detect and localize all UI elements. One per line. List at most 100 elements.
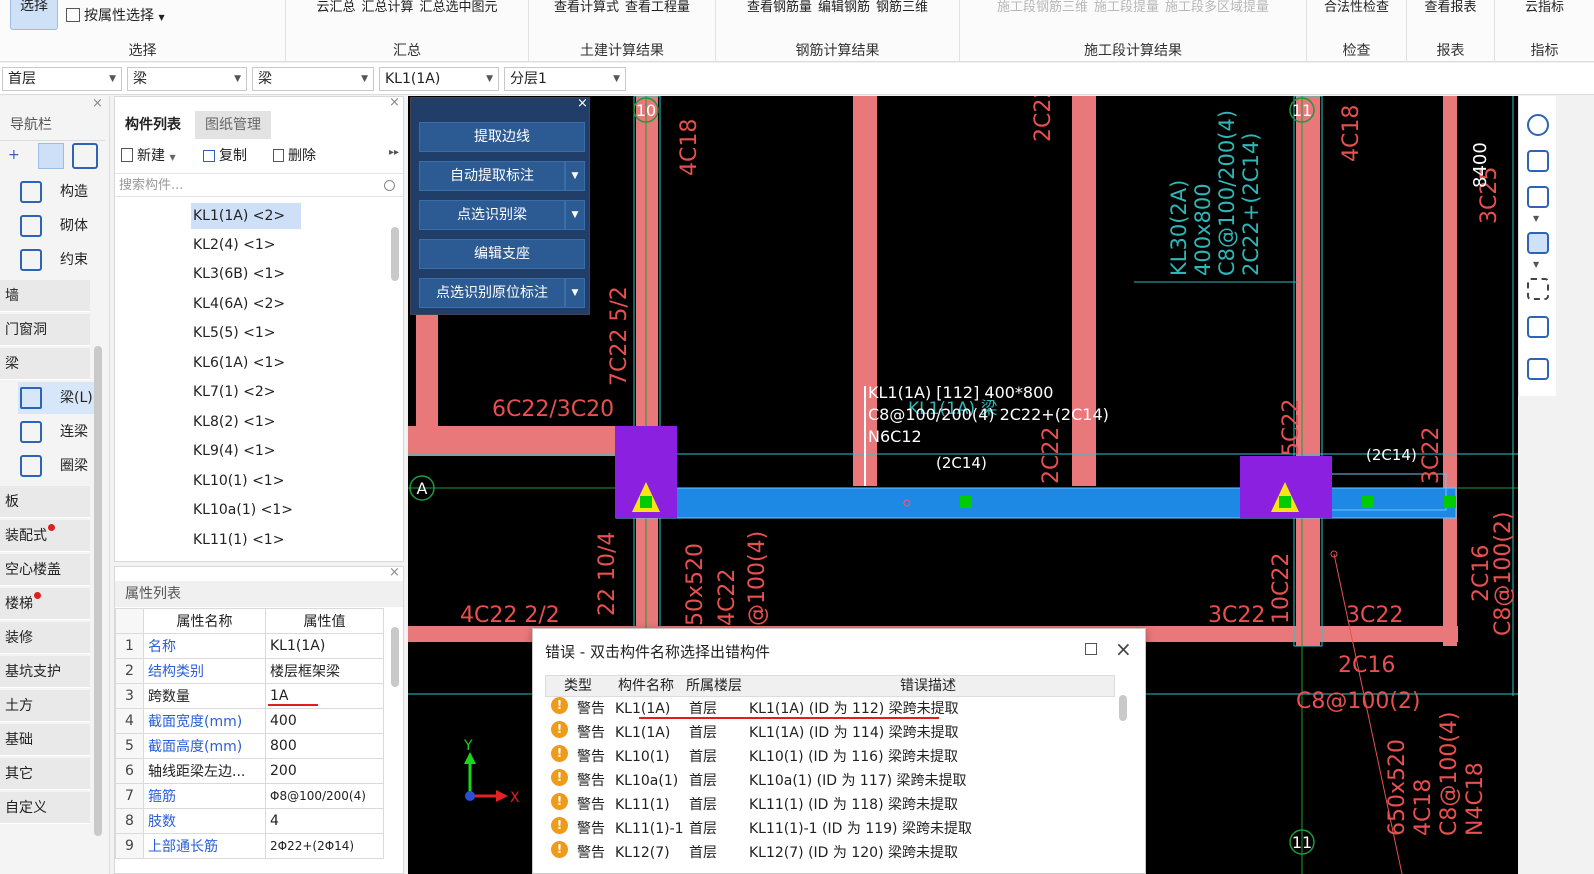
list-settings-icon[interactable]	[1527, 358, 1549, 380]
list-item[interactable]: KL11(1) <1>	[191, 527, 301, 553]
view-quantity-button[interactable]: 查看工程量	[625, 0, 690, 16]
close-icon[interactable]: ×	[1115, 637, 1132, 661]
prop-value[interactable]: 1A	[265, 683, 384, 709]
category-select[interactable]: 梁 ▼	[127, 67, 247, 91]
list-view-icon[interactable]	[38, 143, 64, 169]
grip-point[interactable]	[1444, 496, 1456, 508]
tab-drawing-manage[interactable]: 图纸管理	[195, 111, 271, 139]
view-rebar-button[interactable]: 查看钢筋量	[747, 0, 812, 16]
view-formula-button[interactable]: 查看计算式	[554, 0, 619, 16]
chevron-down-icon[interactable]: ▼	[1533, 260, 1539, 269]
new-button[interactable]: 新建 ▼	[121, 145, 176, 165]
nav-item-masonry[interactable]: 砌体	[18, 210, 98, 242]
table-row[interactable]: 9 上部通长筋 2Φ22+(2Φ14)	[115, 833, 384, 859]
table-row[interactable]: 1 名称 KL1(1A)	[115, 633, 384, 659]
summary-calc-button[interactable]: 汇总计算	[361, 0, 413, 16]
chevron-down-icon[interactable]: ▼	[1533, 214, 1539, 223]
grip-point[interactable]	[1279, 496, 1291, 508]
stage-rebar-3d-button[interactable]: 施工段钢筋三维	[997, 0, 1088, 16]
list-item[interactable]: KL10a(1) <1>	[191, 497, 301, 523]
table-row[interactable]: 3 跨数量 1A	[115, 683, 384, 709]
cube-view-icon[interactable]	[1527, 186, 1549, 208]
close-icon[interactable]: ×	[577, 96, 588, 111]
nav-head-foundation[interactable]: 基础	[0, 724, 90, 756]
table-row[interactable]: 6 轴线距梁左边... 200	[115, 758, 384, 784]
list-item[interactable]: KL4(6A) <2>	[191, 291, 301, 317]
prop-value[interactable]: 楼层框架梁	[265, 658, 384, 684]
nav-item-construct[interactable]: 构造	[18, 176, 98, 208]
orbit-icon[interactable]	[1527, 114, 1549, 136]
nav-head-pit-support[interactable]: 基坑支护	[0, 656, 90, 688]
3d-view-icon[interactable]	[1527, 150, 1549, 172]
nav-head-custom[interactable]: 自定义	[0, 792, 90, 824]
nav-head-stairs[interactable]: 楼梯	[0, 588, 90, 620]
stage-quantity-button[interactable]: 施工段提量	[1094, 0, 1159, 16]
nav-head-decoration[interactable]: 装修	[0, 622, 90, 654]
rebar-3d-button[interactable]: 钢筋三维	[876, 0, 928, 16]
layer-select[interactable]: 分层1 ▼	[504, 67, 626, 91]
close-icon[interactable]: ×	[389, 95, 400, 110]
list-item[interactable]: KL3(6B) <1>	[191, 261, 301, 287]
delete-button[interactable]: 删除	[273, 145, 316, 165]
detail-view-icon[interactable]	[72, 143, 98, 169]
list-item[interactable]: KL2(4) <1>	[191, 232, 301, 258]
error-component[interactable]: KL1(1A)	[615, 721, 670, 745]
list-item[interactable]: KL9(4) <1>	[191, 438, 301, 464]
summary-selected-button[interactable]: 汇总选中图元	[420, 0, 498, 16]
cloud-index-button[interactable]: 云指标	[1525, 0, 1564, 16]
chevron-down-icon[interactable]: ▼	[565, 200, 585, 230]
close-icon[interactable]: ×	[389, 565, 400, 580]
sparkle-icon[interactable]: +	[8, 147, 20, 163]
fullscreen-icon[interactable]	[1527, 278, 1549, 300]
component-select[interactable]: KL1(1A) ▼	[379, 67, 499, 91]
chevron-down-icon[interactable]: ▼	[565, 278, 585, 308]
list-item[interactable]: KL7(1) <2>	[191, 379, 301, 405]
list-item[interactable]: KL1(1A) <2>	[191, 203, 301, 229]
list-item[interactable]: KL8(2) <1>	[191, 409, 301, 435]
error-component[interactable]: KL12(7)	[615, 841, 670, 865]
nav-item-coupling-beam[interactable]: 连梁	[18, 416, 98, 448]
chevron-down-icon[interactable]: ▼	[565, 161, 585, 191]
grip-point[interactable]	[1362, 496, 1374, 508]
error-component[interactable]: KL10a(1)	[615, 769, 678, 793]
maximize-icon[interactable]	[1085, 643, 1097, 655]
nav-head-hollow-slab[interactable]: 空心楼盖	[0, 554, 90, 586]
cloud-summary-button[interactable]: 云汇总	[316, 0, 355, 16]
edit-support-button[interactable]: 编辑支座	[419, 239, 585, 269]
nav-head-prefab[interactable]: 装配式	[0, 520, 90, 552]
error-component[interactable]: KL10(1)	[615, 745, 670, 769]
more-icon[interactable]: ▸▸	[389, 147, 399, 158]
type-select[interactable]: 梁 ▼	[252, 67, 374, 91]
table-row[interactable]: 2 结构类别 楼层框架梁	[115, 658, 384, 684]
select-button[interactable]: 选择	[10, 0, 58, 30]
pick-identify-beam-button[interactable]: 点选识别梁	[419, 200, 565, 230]
error-component[interactable]: KL11(1)	[615, 793, 670, 817]
prop-value[interactable]: 800	[265, 733, 384, 759]
nav-head-wall[interactable]: 墙	[0, 280, 90, 312]
nav-scrollbar[interactable]	[94, 346, 102, 836]
property-scrollbar[interactable]	[391, 627, 399, 687]
list-item[interactable]: KL6(1A) <1>	[191, 350, 301, 376]
view-report-button[interactable]: 查看报表	[1424, 0, 1476, 16]
error-scrollbar[interactable]	[1119, 695, 1127, 721]
solid-view-icon[interactable]	[1527, 232, 1549, 254]
nav-item-constraint[interactable]: 约束	[18, 244, 98, 276]
copy-button[interactable]: 复制	[203, 145, 247, 165]
legality-check-button[interactable]: 合法性检查	[1324, 0, 1389, 16]
prop-value[interactable]: 400	[265, 708, 384, 734]
list-item[interactable]: KL5(5) <1>	[191, 320, 301, 346]
extract-edge-button[interactable]: 提取边线	[419, 122, 585, 152]
prop-value[interactable]: 2Φ22+(2Φ14)	[265, 833, 384, 859]
box-select-icon[interactable]	[1527, 316, 1549, 338]
nav-head-other[interactable]: 其它	[0, 758, 90, 790]
nav-item-ring-beam[interactable]: 圈梁	[18, 450, 98, 482]
stage-multi-area-button[interactable]: 施工段多区域提量	[1165, 0, 1269, 16]
prop-value[interactable]: 200	[265, 758, 384, 784]
auto-extract-label-button[interactable]: 自动提取标注	[419, 161, 565, 191]
nav-item-beam-l[interactable]: 梁(L)	[18, 382, 98, 414]
table-row[interactable]: 5 截面高度(mm) 800	[115, 733, 384, 759]
floor-select[interactable]: 首层 ▼	[2, 67, 122, 91]
select-by-property-button[interactable]: 按属性选择 ▼	[66, 5, 165, 25]
close-icon[interactable]: ×	[92, 96, 103, 111]
grip-point[interactable]	[960, 496, 972, 508]
